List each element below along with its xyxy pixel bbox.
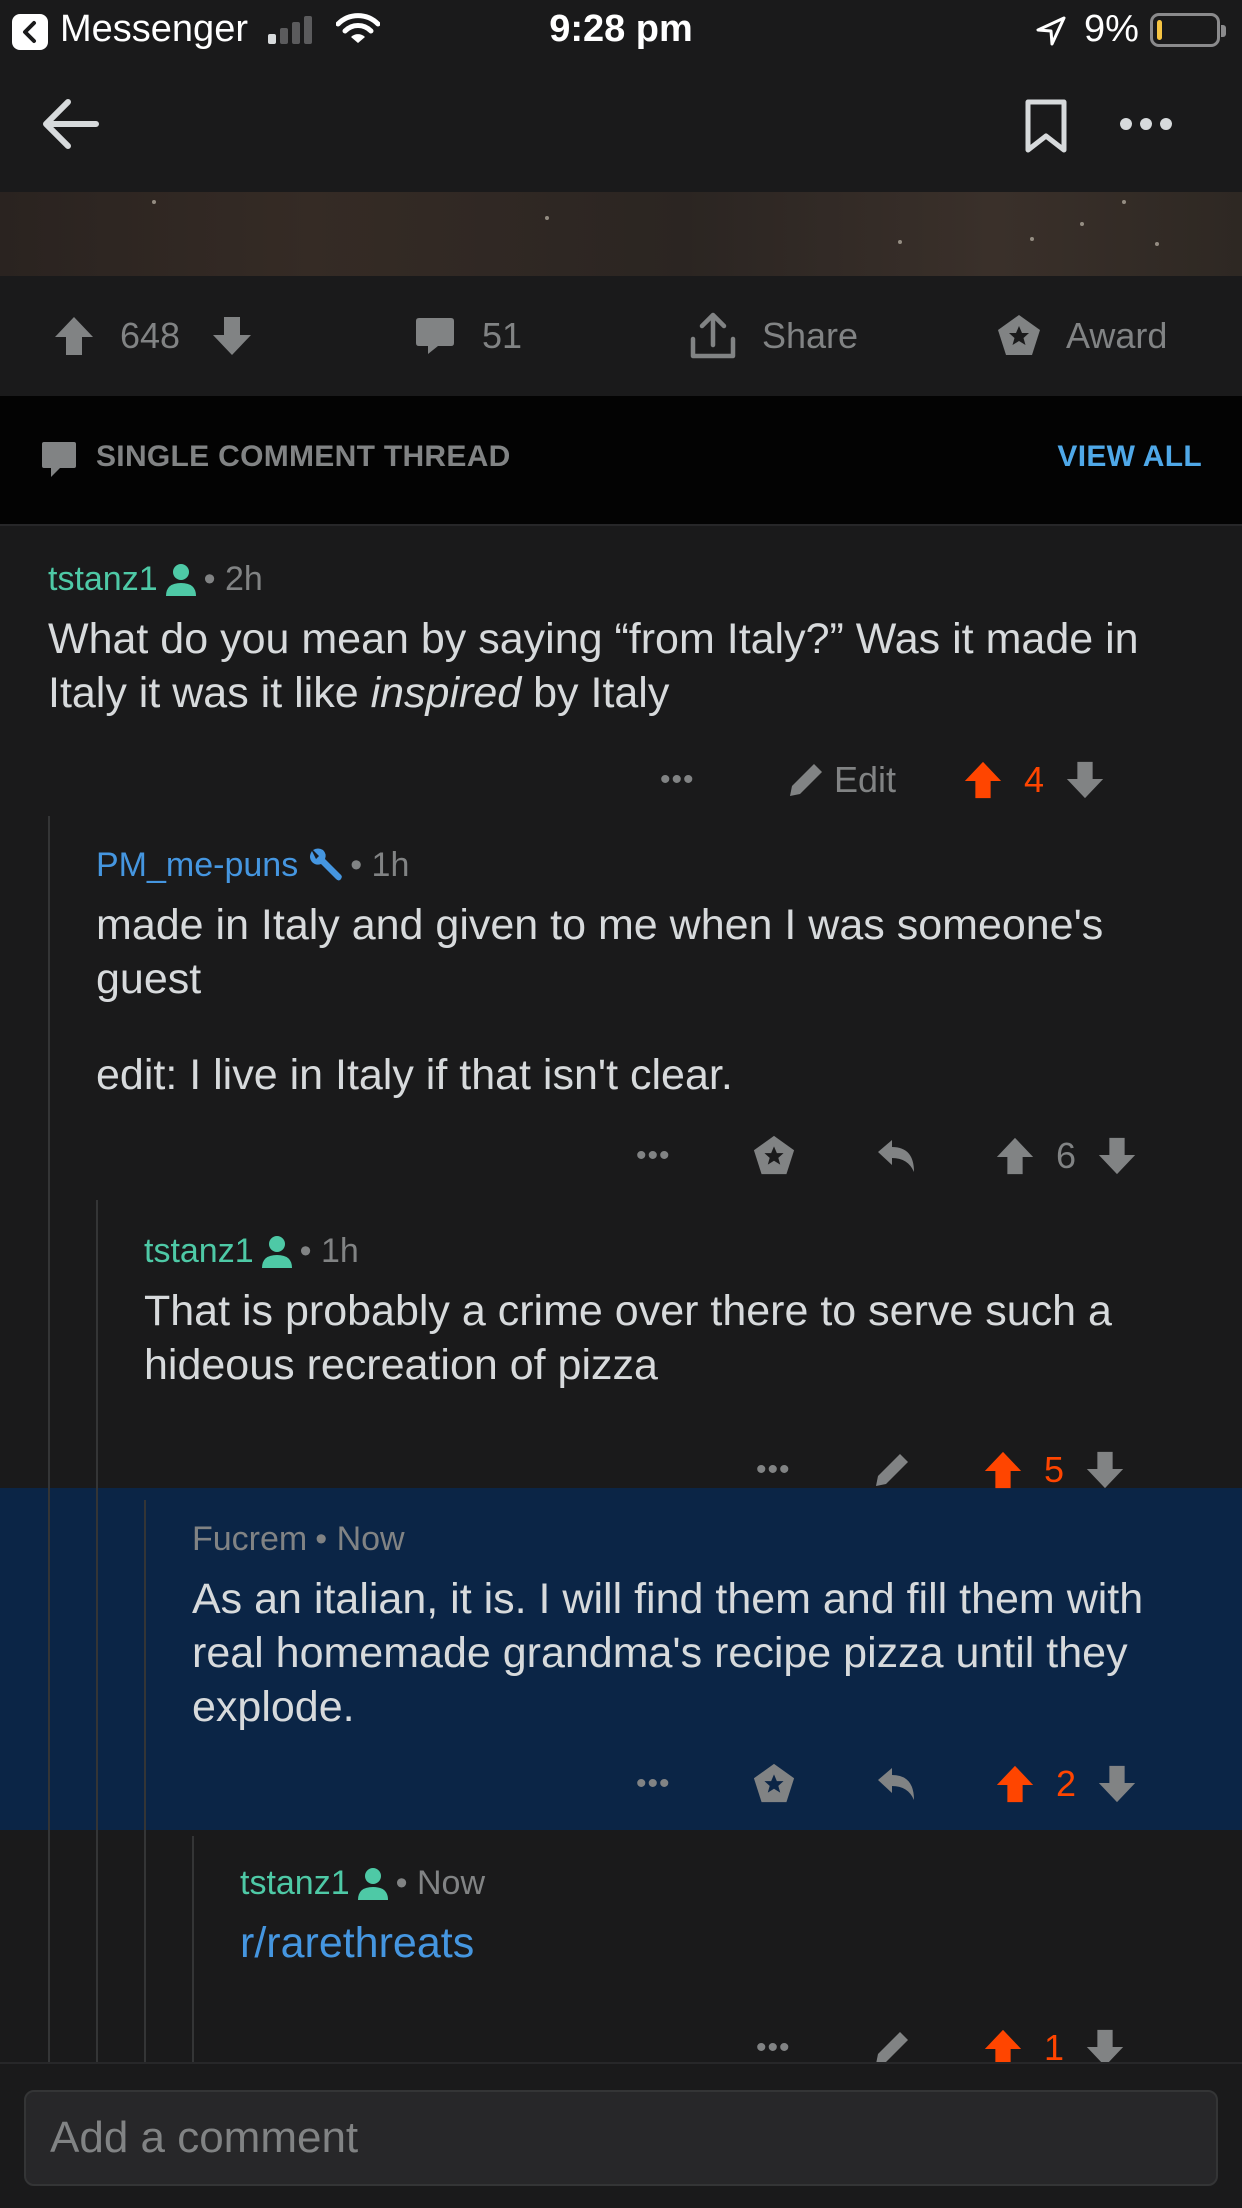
comment-meta: PM_me-puns • 1h — [96, 846, 409, 885]
more-horizontal-icon[interactable] — [1118, 116, 1174, 132]
comment-time: • 1h — [350, 846, 410, 884]
battery-percent: 9% — [1084, 8, 1139, 50]
downvote-icon[interactable] — [1096, 1135, 1138, 1177]
comment-emphasis: inspired — [370, 669, 522, 717]
downvote-icon[interactable] — [1096, 1763, 1138, 1805]
comment-meta: tstanz1 • Now — [240, 1864, 485, 1903]
comment-score: 4 — [1024, 759, 1045, 800]
comment-body: That is probably a crime over there to s… — [144, 1287, 1112, 1389]
add-comment-input[interactable]: Add a comment — [24, 2090, 1218, 2186]
share-label: Share — [762, 315, 859, 356]
comment-meta: tstanz1 • 1h — [144, 1232, 359, 1271]
comment-score: 2 — [1056, 1763, 1077, 1804]
upvote-icon[interactable] — [994, 1135, 1036, 1177]
comment-actions: ••• 6 — [636, 1124, 1138, 1188]
award-icon[interactable] — [752, 1134, 796, 1178]
reply-icon[interactable] — [874, 1136, 918, 1176]
comment-meta: Fucrem • Now — [192, 1520, 405, 1559]
upvote-icon[interactable] — [52, 314, 96, 358]
comment-author[interactable]: tstanz1 — [144, 1232, 254, 1271]
compose-bar: Add a comment — [0, 2062, 1242, 2208]
comment-actions: ••• Edit 4 — [660, 748, 1106, 812]
comment-count: 51 — [482, 315, 523, 356]
subreddit-link[interactable]: r/rarethreats — [240, 1916, 1220, 1970]
comment-actions: ••• 5 — [756, 1438, 1126, 1502]
post-action-bar: 648 51 Share Award — [0, 276, 1242, 396]
comment-icon — [416, 318, 454, 354]
comment-time: • 2h — [203, 560, 263, 598]
wrench-icon — [310, 848, 343, 880]
comment-body: What do you mean by saying “from Italy?”… — [48, 612, 1208, 720]
thread-line — [192, 1836, 194, 2062]
comment-author[interactable]: Fucrem — [192, 1520, 307, 1559]
comment-meta: tstanz1 • 2h — [48, 560, 263, 599]
comment-time: • Now — [395, 1864, 485, 1902]
more-options-icon[interactable]: ••• — [660, 763, 696, 797]
comment-time: • 1h — [299, 1232, 359, 1270]
location-arrow-icon — [1036, 16, 1066, 46]
award-icon — [998, 315, 1040, 355]
op-person-icon — [165, 563, 196, 596]
bookmark-icon[interactable] — [1024, 98, 1068, 154]
more-options-icon[interactable]: ••• — [756, 2031, 792, 2065]
post-score: 648 — [120, 315, 181, 356]
thread-line — [144, 1500, 146, 2062]
upvote-icon[interactable] — [962, 759, 1004, 801]
upvote-icon[interactable] — [994, 1763, 1036, 1805]
comment-score: 6 — [1056, 1135, 1077, 1176]
op-person-icon — [357, 1867, 388, 1900]
award-label: Award — [1066, 315, 1168, 356]
thread-label: SINGLE COMMENT THREAD — [96, 440, 511, 473]
single-thread-banner: SINGLE COMMENT THREAD VIEW ALL — [0, 396, 1242, 526]
award-icon[interactable] — [752, 1762, 796, 1806]
share-button[interactable]: Share — [688, 276, 858, 396]
more-options-icon[interactable]: ••• — [636, 1139, 672, 1173]
downvote-icon[interactable] — [210, 314, 254, 358]
comment-score: 5 — [1044, 1449, 1065, 1490]
comment-icon — [42, 442, 76, 477]
thread-line — [48, 816, 50, 2062]
downvote-icon[interactable] — [1084, 1449, 1126, 1491]
award-button[interactable]: Award — [996, 276, 1167, 396]
comment-author[interactable]: tstanz1 — [48, 560, 158, 599]
comment-text-end: by Italy — [521, 669, 670, 717]
comment-body: made in Italy and given to me when I was… — [96, 901, 1104, 1003]
op-person-icon — [261, 1235, 292, 1268]
battery-icon — [1150, 13, 1226, 47]
comments-button[interactable]: 51 — [414, 276, 522, 396]
battery-nub — [1221, 25, 1226, 37]
comment-author[interactable]: PM_me-puns — [96, 846, 298, 885]
edit-button[interactable]: Edit — [834, 759, 896, 801]
more-options-icon[interactable]: ••• — [636, 1767, 672, 1801]
comment-actions: ••• 2 — [636, 1752, 1138, 1816]
post-image-edge[interactable] — [0, 192, 1242, 276]
arrow-left-icon[interactable] — [40, 96, 102, 152]
comment-body: As an italian, it is. I will find them a… — [192, 1575, 1144, 1731]
view-all-button[interactable]: VIEW ALL — [1057, 440, 1202, 474]
reply-icon[interactable] — [874, 1764, 918, 1804]
pencil-icon[interactable] — [786, 760, 826, 800]
comment-body-edit: edit: I live in Italy if that isn't clea… — [96, 1051, 733, 1099]
vote-group: 648 — [52, 276, 254, 396]
status-bar: Messenger 9:28 pm 9% — [0, 0, 1242, 62]
comment-time: • Now — [315, 1520, 405, 1558]
share-icon — [690, 312, 736, 359]
top-nav — [0, 62, 1242, 192]
thread-line — [96, 1200, 98, 2062]
upvote-icon[interactable] — [982, 1449, 1024, 1491]
downvote-icon[interactable] — [1064, 759, 1106, 801]
more-options-icon[interactable]: ••• — [756, 1453, 792, 1487]
comment-author[interactable]: tstanz1 — [240, 1864, 350, 1903]
pencil-icon[interactable] — [872, 1450, 912, 1490]
battery-level — [1157, 20, 1162, 40]
